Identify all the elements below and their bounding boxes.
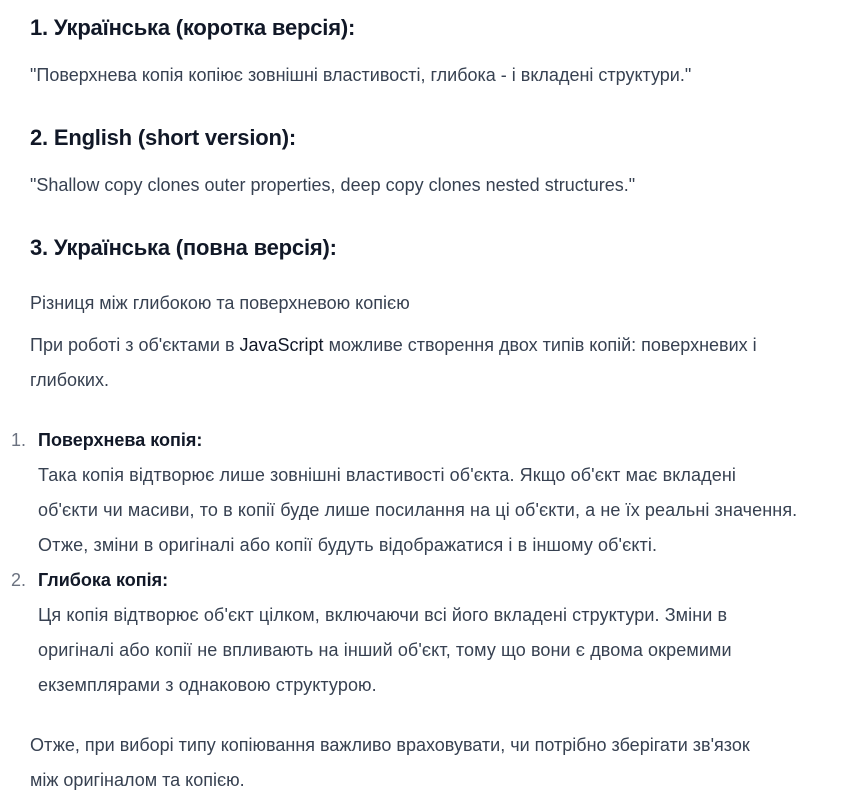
list-number: 1. — [11, 430, 27, 450]
list-item-body-line: Ця копія відтворює об'єкт цілком, включа… — [38, 605, 728, 625]
list-item-body-line: об'єкти чи масиви, то в копії буде лише … — [38, 500, 798, 520]
full-title-line: Різниця між глибокою та поверхневою копі… — [30, 293, 410, 313]
list-number: 2. — [11, 570, 27, 590]
heading-ukrainian-short: 1. Українська (коротка версія): — [30, 15, 356, 40]
conclusion-line1: Отже, при виборі типу копіювання важливо… — [30, 735, 750, 755]
list-item-body-line: оригіналі або копії не впливають на інши… — [38, 640, 732, 660]
english-short-text: "Shallow copy clones outer properties, d… — [30, 175, 636, 195]
list-item-title-shallow: Поверхнева копія: — [38, 430, 203, 450]
list-item-body-line: екземплярами з однаковою структурою. — [38, 675, 377, 695]
ukrainian-short-text: "Поверхнева копія копіює зовнішні власти… — [30, 65, 692, 85]
list-item-title-deep: Глибока копія: — [38, 570, 169, 590]
intro-paragraph-line1: При роботі з об'єктами в JavaScript можл… — [30, 328, 757, 363]
intro-text-after: можливе створення двох типів копій: пове… — [323, 335, 757, 355]
list-item-body-line: Отже, зміни в оригіналі або копії будуть… — [38, 535, 658, 555]
document: 1. Українська (коротка версія): "Поверхн… — [0, 0, 856, 802]
intro-text-before: При роботі з об'єктами в — [30, 335, 240, 355]
heading-english-short: 2. English (short version): — [30, 125, 296, 150]
intro-paragraph-line2: глибоких. — [30, 370, 109, 390]
list-item-body-line: Така копія відтворює лише зовнішні власт… — [38, 465, 736, 485]
javascript-term: JavaScript — [239, 335, 324, 355]
heading-ukrainian-full: 3. Українська (повна версія): — [30, 235, 337, 260]
conclusion-line2: між оригіналом та копією. — [30, 770, 245, 790]
